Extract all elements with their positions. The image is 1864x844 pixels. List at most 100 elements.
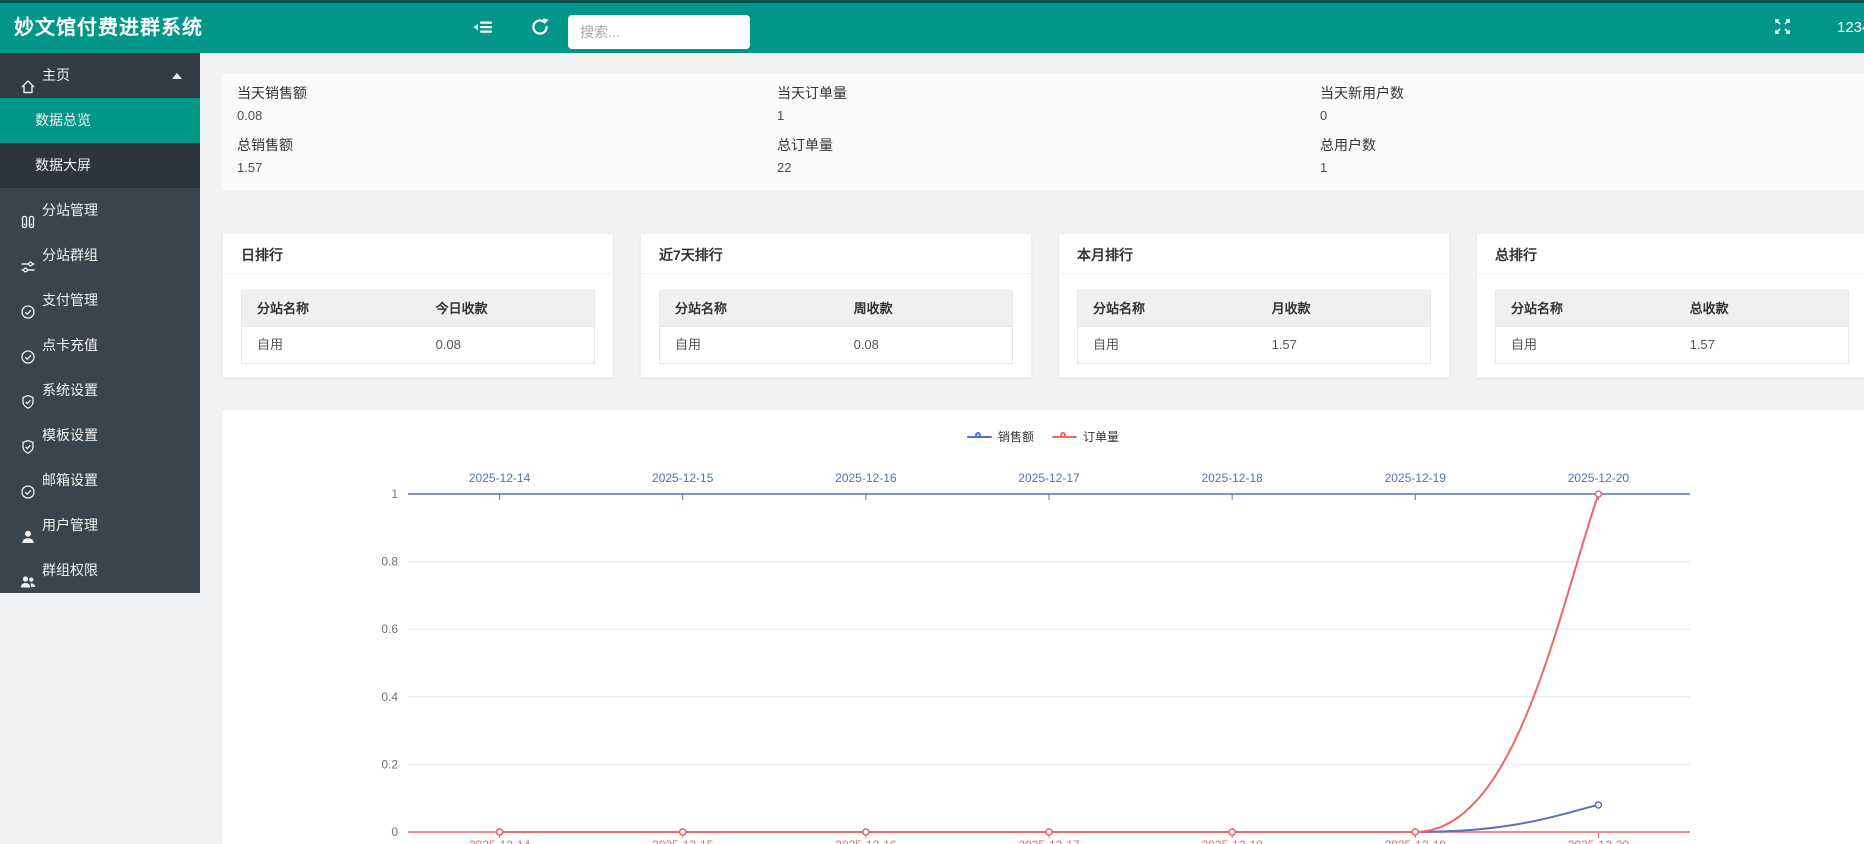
chevron-up-icon [172, 73, 182, 79]
column-header: 月收款 [1272, 291, 1430, 326]
shield-check-icon [20, 428, 36, 444]
rank-card-title: 日排行 [223, 234, 613, 274]
sales-orders-line-chart: 00.20.40.60.812025-12-142025-12-142025-1… [222, 450, 1864, 844]
legend-label: 销售额 [998, 428, 1034, 445]
sidebar-item-label: 分站群组 [42, 233, 98, 278]
rank-table: 分站名称 月收款 自用 1.57 [1077, 290, 1431, 364]
svg-text:2025-12-15: 2025-12-15 [652, 471, 714, 485]
legend-item-sales[interactable]: 销售额 [967, 428, 1034, 445]
window-top-edge [0, 0, 1864, 3]
table-row: 自用 0.08 [242, 327, 594, 363]
sidebar-item-substation-manage[interactable]: 分站管理 [0, 188, 200, 233]
column-header: 分站名称 [1078, 291, 1272, 326]
cell-amount: 0.08 [854, 327, 1012, 363]
stat-value: 22 [777, 158, 1277, 178]
svg-text:2025-12-16: 2025-12-16 [835, 471, 897, 485]
header-bar: 妙文馆付费进群系统 [0, 0, 1864, 53]
fullscreen-icon[interactable] [1762, 0, 1802, 53]
check-circle-icon [20, 293, 36, 309]
sidebar-item-home[interactable]: 主页 [0, 53, 200, 98]
app-title: 妙文馆付费进群系统 [14, 0, 203, 53]
svg-text:2025-12-17: 2025-12-17 [1018, 471, 1080, 485]
columns-icon [20, 203, 36, 219]
column-header: 分站名称 [660, 291, 854, 326]
column-header: 周收款 [854, 291, 1012, 326]
legend-item-orders[interactable]: 订单量 [1052, 428, 1119, 445]
check-circle-icon [20, 338, 36, 354]
rank-table: 分站名称 周收款 自用 0.08 [659, 290, 1013, 364]
sidebar-item-label: 数据大屏 [35, 143, 91, 188]
stats-panel: 当天销售额 0.08 总销售额 1.57 当天订单量 1 总订单量 22 当天新… [222, 74, 1864, 190]
rank-table: 分站名称 总收款 自用 1.57 [1495, 290, 1849, 364]
legend-label: 订单量 [1083, 428, 1119, 445]
check-circle-icon [20, 473, 36, 489]
svg-text:2025-12-14: 2025-12-14 [469, 838, 531, 844]
sidebar-item-user-manage[interactable]: 用户管理 [0, 503, 200, 548]
rank-card-daily: 日排行 分站名称 今日收款 自用 0.08 [222, 233, 614, 378]
table-row: 自用 1.57 [1078, 327, 1430, 363]
search-input[interactable] [568, 15, 750, 49]
cell-site-name: 自用 [242, 327, 436, 363]
table-row: 自用 1.57 [1496, 327, 1848, 363]
stat-value: 1.57 [237, 158, 737, 178]
sidebar-item-mail-settings[interactable]: 邮箱设置 [0, 458, 200, 503]
shield-check-icon [20, 383, 36, 399]
svg-text:1: 1 [391, 487, 398, 501]
user-icon [20, 518, 36, 534]
users-icon [20, 563, 36, 579]
sidebar-item-label: 数据总览 [35, 98, 91, 143]
sidebar-item-label: 系统设置 [42, 368, 98, 413]
stat-value: 0 [1320, 106, 1820, 126]
cell-amount: 1.57 [1272, 327, 1430, 363]
table-row: 自用 0.08 [660, 327, 1012, 363]
app-root: 妙文馆付费进群系统 [0, 0, 1864, 844]
sidebar-item-card-recharge[interactable]: 点卡充值 [0, 323, 200, 368]
stat-value: 1 [777, 106, 1277, 126]
legend-marker [967, 436, 992, 438]
svg-text:0: 0 [391, 825, 398, 839]
svg-text:2025-12-19: 2025-12-19 [1385, 838, 1447, 844]
sidebar-item-label: 模板设置 [42, 413, 98, 458]
stat-label: 总订单量 [777, 135, 1277, 155]
cell-site-name: 自用 [1078, 327, 1272, 363]
sidebar-item-system-settings[interactable]: 系统设置 [0, 368, 200, 413]
chart-card: 销售额 订单量 00.20.40.60.812025-12-142025-12-… [222, 410, 1864, 844]
svg-text:2025-12-18: 2025-12-18 [1201, 471, 1263, 485]
sidebar-item-label: 支付管理 [42, 278, 98, 323]
rank-card-7days: 近7天排行 分站名称 周收款 自用 0.08 [640, 233, 1032, 378]
sidebar-item-label: 点卡充值 [42, 323, 98, 368]
svg-text:2025-12-15: 2025-12-15 [652, 838, 714, 844]
svg-text:0.4: 0.4 [381, 690, 398, 704]
sidebar-nav: 主页 数据总览 数据大屏 分站管理 分站群组 支付管理 [0, 53, 200, 593]
menu-fold-icon[interactable] [463, 0, 503, 53]
header-user-text[interactable]: 12345 [1837, 0, 1864, 53]
stat-value: 1 [1320, 158, 1820, 178]
cell-amount: 1.57 [1690, 327, 1848, 363]
sidebar-item-template-settings[interactable]: 模板设置 [0, 413, 200, 458]
sidebar-item-substation-groups[interactable]: 分站群组 [0, 233, 200, 278]
svg-text:2025-12-14: 2025-12-14 [469, 471, 531, 485]
rank-card-total: 总排行 分站名称 总收款 自用 1.57 [1476, 233, 1864, 378]
stat-label: 总销售额 [237, 135, 737, 155]
cell-site-name: 自用 [660, 327, 854, 363]
refresh-icon[interactable] [520, 0, 560, 53]
svg-text:2025-12-19: 2025-12-19 [1385, 471, 1447, 485]
chart-legend: 销售额 订单量 [222, 428, 1864, 445]
stat-value: 0.08 [237, 106, 737, 126]
sidebar-item-data-screen[interactable]: 数据大屏 [0, 143, 200, 188]
rank-card-month: 本月排行 分站名称 月收款 自用 1.57 [1058, 233, 1450, 378]
sidebar-item-label: 群组权限 [42, 548, 98, 593]
rank-card-title: 本月排行 [1059, 234, 1449, 274]
sidebar-item-group-permissions[interactable]: 群组权限 [0, 548, 200, 593]
sidebar-item-label: 主页 [42, 53, 70, 98]
sidebar-item-data-overview[interactable]: 数据总览 [0, 98, 200, 143]
svg-text:0.8: 0.8 [381, 555, 398, 569]
cell-amount: 0.08 [436, 327, 594, 363]
sliders-icon [20, 248, 36, 264]
stat-label: 总用户数 [1320, 135, 1820, 155]
rank-card-title: 总排行 [1477, 234, 1864, 274]
sidebar-item-payment-manage[interactable]: 支付管理 [0, 278, 200, 323]
cell-site-name: 自用 [1496, 327, 1690, 363]
svg-text:0.6: 0.6 [381, 622, 398, 636]
rank-table: 分站名称 今日收款 自用 0.08 [241, 290, 595, 364]
